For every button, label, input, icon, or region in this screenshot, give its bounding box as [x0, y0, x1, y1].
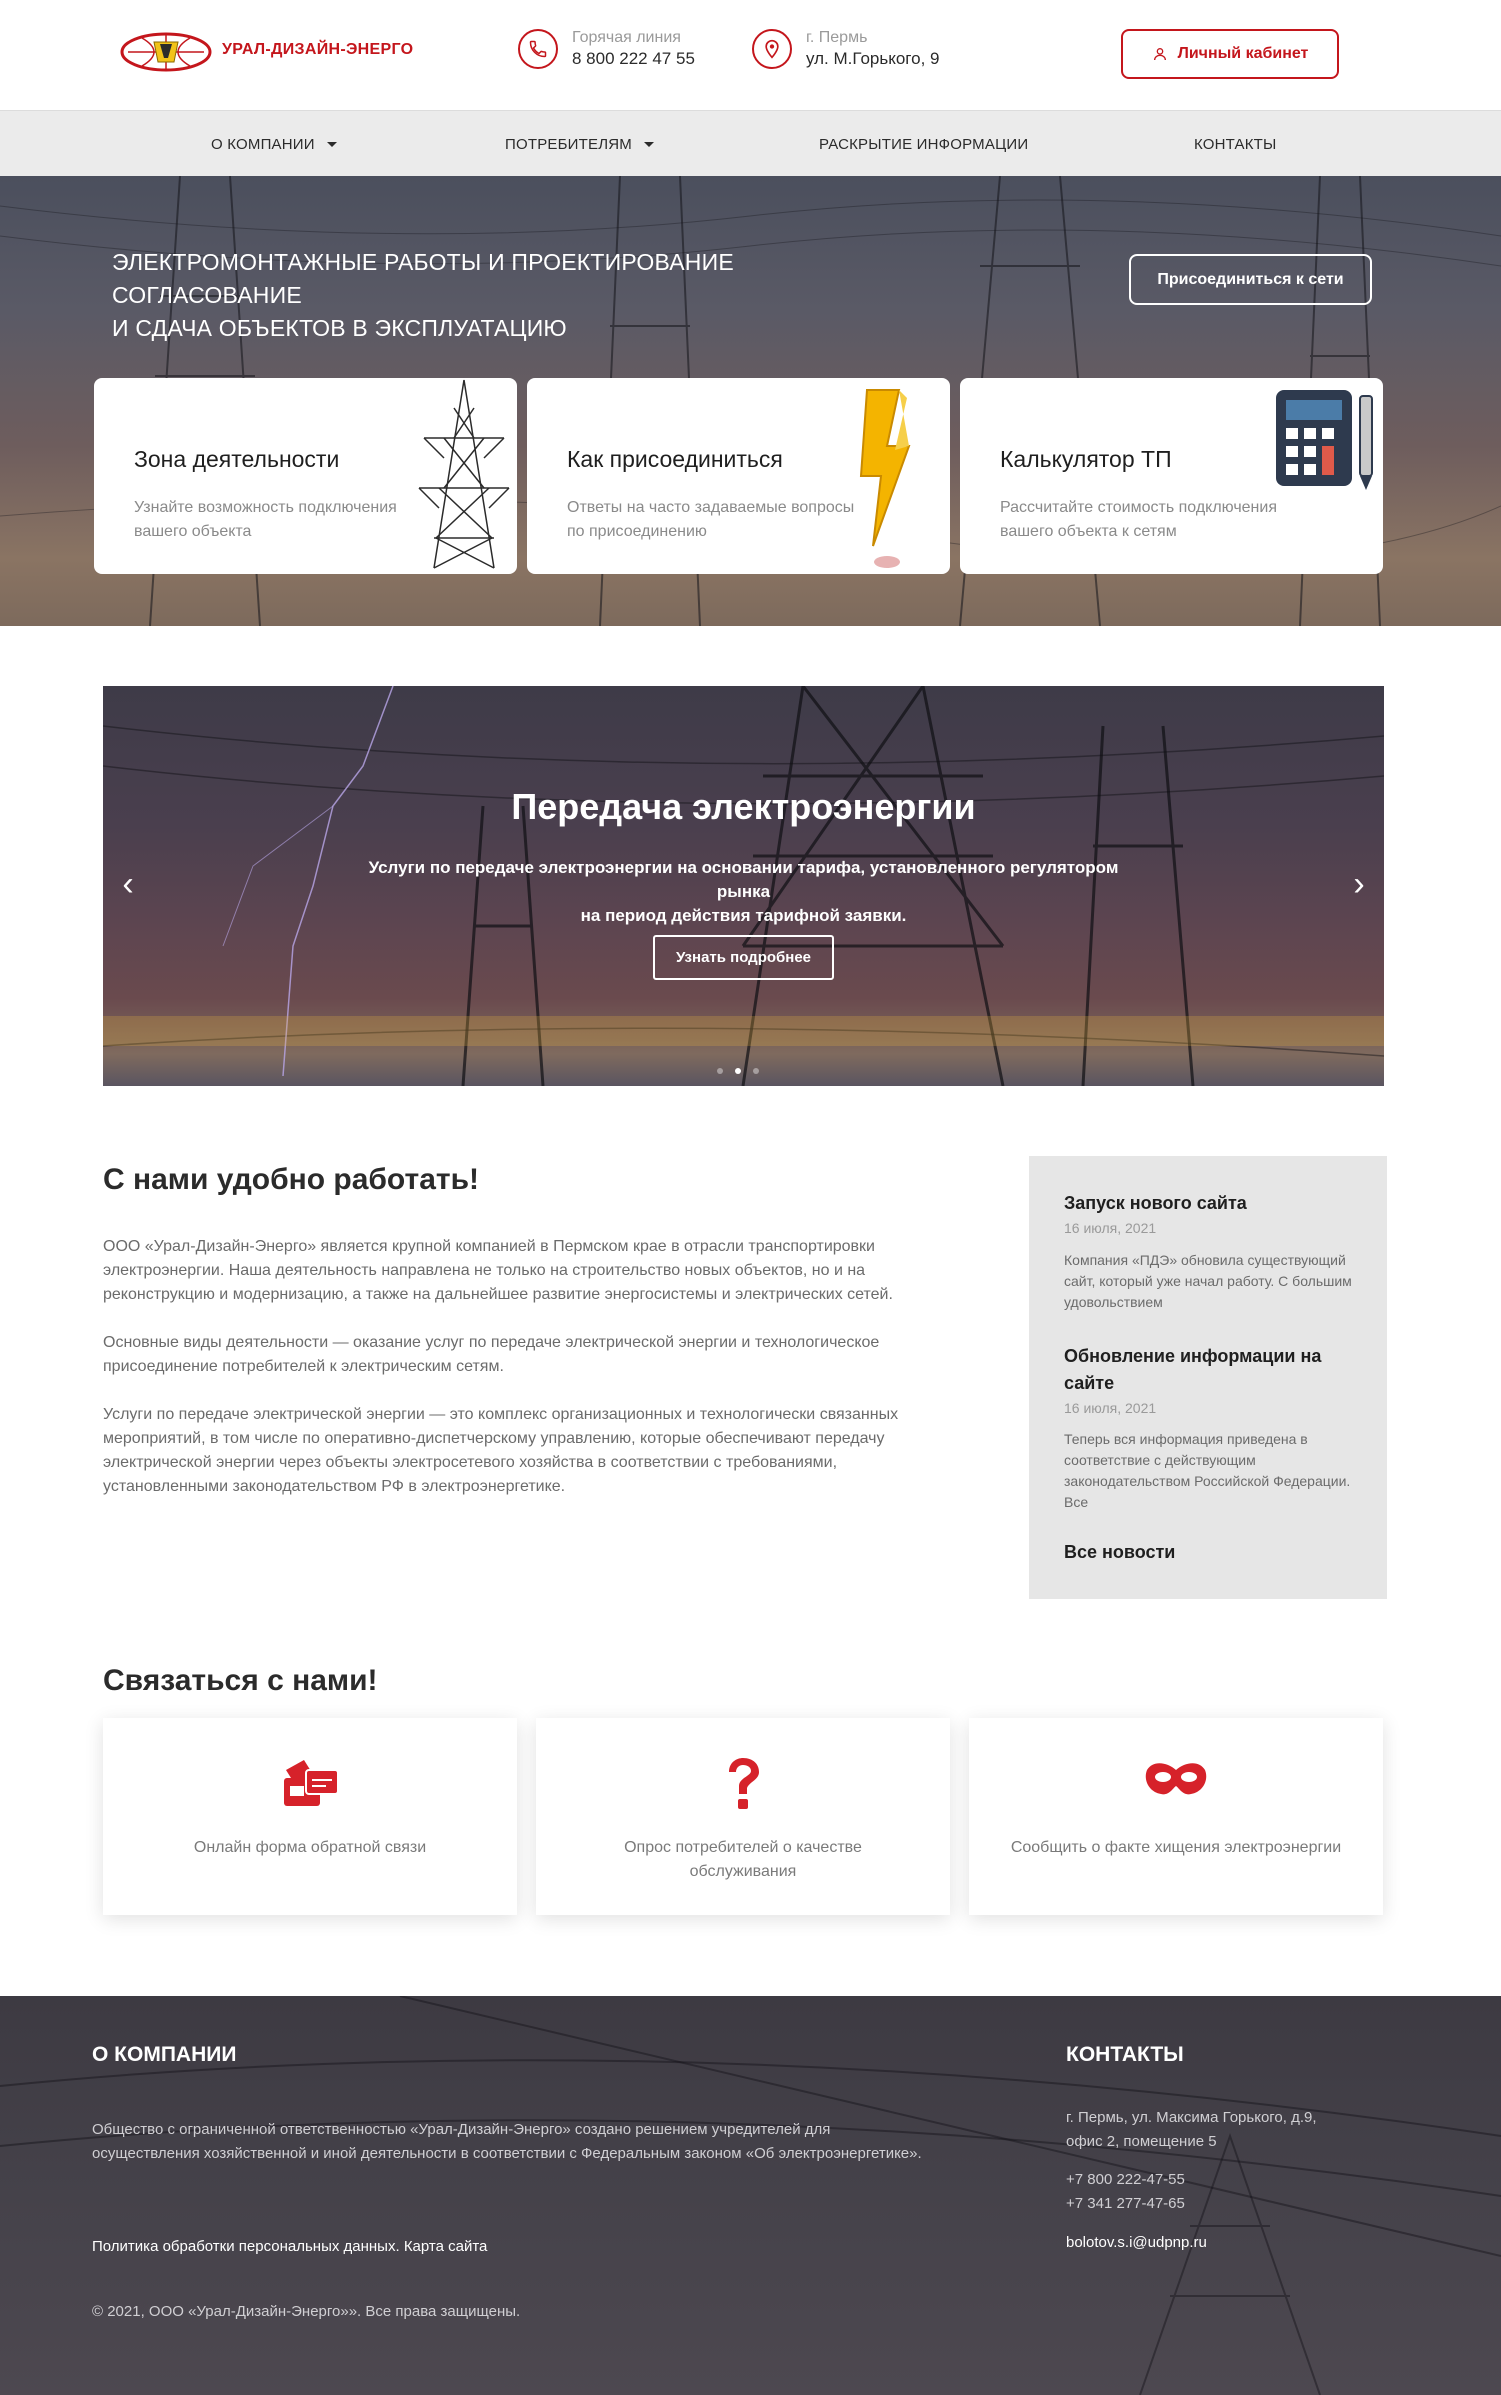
news-item-title[interactable]: Обновление информации на сайте [1064, 1343, 1364, 1397]
news-panel: Запуск нового сайта 16 июля, 2021 Компан… [1029, 1156, 1387, 1599]
feedback-form-icon [103, 1756, 517, 1810]
all-news-link[interactable]: Все новости [1064, 1542, 1175, 1563]
news-item-text: Компания «ПДЭ» обновила существующий сай… [1064, 1252, 1352, 1310]
contact-card-label: Онлайн форма обратной связи [193, 1839, 427, 1856]
contact-card-feedback[interactable]: Онлайн форма обратной связи [103, 1718, 517, 1915]
footer-phones: +7 800 222-47-55 +7 341 277-47-65 [1066, 2168, 1185, 2216]
learn-more-button[interactable]: Узнать подробнее [653, 935, 834, 980]
lightning-icon [859, 389, 911, 568]
nav-item-label: О КОМПАНИИ [211, 135, 315, 153]
slide-text: Услуги по передаче электроэнергии на осн… [343, 856, 1144, 928]
city-label: г. Пермь [806, 29, 868, 46]
footer-contacts-heading: КОНТАКТЫ [1066, 2043, 1184, 2066]
caret-down-icon [644, 141, 654, 147]
nav-item-contacts[interactable]: КОНТАКТЫ [1194, 111, 1277, 177]
address-block: г. Пермь ул. М.Горького, 9 [752, 28, 939, 70]
footer-address: г. Пермь, ул. Максима Горького, д.9, офи… [1066, 2106, 1386, 2154]
about-paragraph-1: ООО «Урал-Дизайн-Энерго» является крупно… [103, 1238, 893, 1303]
slider-dot-active[interactable] [735, 1068, 741, 1074]
card-title: Калькулятор ТП [1000, 446, 1172, 472]
contact-card-theft[interactable]: Сообщить о факте хищения электроэнергии [969, 1718, 1383, 1915]
logo[interactable]: УРАЛ-ДИЗАЙН-ЭНЕРГО [118, 28, 413, 72]
calculator-icon [1276, 390, 1373, 490]
power-tower-icon [418, 379, 510, 569]
about-paragraph-3: Услуги по передаче электрической энергии… [103, 1406, 899, 1495]
mask-icon [969, 1756, 1383, 1800]
footer-phone-2[interactable]: +7 341 277-47-65 [1066, 2192, 1185, 2216]
contact-card-survey[interactable]: Опрос потребителей о качестве обслуживан… [536, 1718, 950, 1915]
copyright: © 2021, ООО «Урал-Дизайн-Энерго»». Все п… [92, 2303, 521, 2320]
privacy-policy-link[interactable]: Политика обработки персональных данных. [92, 2238, 400, 2255]
nav-item-label: РАСКРЫТИЕ ИНФОРМАЦИИ [819, 135, 1029, 153]
nav-item-consumers[interactable]: ПОТРЕБИТЕЛЯМ [505, 111, 654, 177]
caret-down-icon [326, 141, 337, 147]
hero-title: ЭЛЕКТРОМОНТАЖНЫЕ РАБОТЫ И ПРОЕКТИРОВАНИЕ… [112, 246, 912, 345]
card-subtitle: Узнайте возможность подключения вашего о… [134, 499, 397, 540]
logo-emblem-icon [120, 32, 212, 72]
contact-card-label: Сообщить о факте хищения электроэнергии [1010, 1839, 1342, 1856]
card-service-zone[interactable]: Зона деятельности Узнайте возможность по… [94, 378, 517, 574]
hero-slider: Передача электроэнергии Услуги по переда… [103, 686, 1384, 1086]
footer-phone-1[interactable]: +7 800 222-47-55 [1066, 2168, 1185, 2192]
nav-item-company[interactable]: О КОМПАНИИ [211, 111, 337, 177]
card-title: Зона деятельности [134, 446, 340, 472]
slide-text-line2: на период действия тарифной заявки. [580, 906, 907, 925]
phone-icon [518, 29, 558, 69]
contact-card-label: Опрос потребителей о качестве обслуживан… [624, 1839, 862, 1880]
page: УРАЛ-ДИЗАЙН-ЭНЕРГО Горячая линия 8 800 2… [0, 0, 1501, 2395]
hero-section: ЭЛЕКТРОМОНТАЖНЫЕ РАБОТЫ И ПРОЕКТИРОВАНИЕ… [0, 176, 1501, 626]
nav-item-disclosure[interactable]: РАСКРЫТИЕ ИНФОРМАЦИИ [819, 111, 1028, 177]
footer-address-line2: офис 2, помещение 5 [1066, 2133, 1217, 2150]
location-pin-icon [752, 29, 792, 69]
sitemap-link[interactable]: Карта сайта [404, 2238, 488, 2255]
footer-about-text: Общество с ограниченной ответственностью… [92, 2121, 922, 2162]
hotline[interactable]: Горячая линия 8 800 222 47 55 [518, 28, 695, 70]
address-label: ул. М.Горького, 9 [806, 49, 940, 68]
card-calculator[interactable]: Калькулятор ТП Рассчитайте стоимость под… [960, 378, 1383, 574]
news-item-text: Теперь вся информация приведена в соотве… [1064, 1431, 1351, 1510]
card-subtitle: Ответы на часто задаваемые вопросы по пр… [567, 499, 855, 540]
footer-email[interactable]: bolotov.s.i@udpnp.ru [1066, 2234, 1207, 2251]
news-item-date: 16 июля, 2021 [1064, 1400, 1157, 1416]
main-nav: О КОМПАНИИ ПОТРЕБИТЕЛЯМ РАСКРЫТИЕ ИНФОРМ… [0, 110, 1501, 176]
footer-address-line1: г. Пермь, ул. Максима Горького, д.9, [1066, 2109, 1317, 2126]
nav-item-label: КОНТАКТЫ [1194, 135, 1277, 153]
join-network-button[interactable]: Присоединиться к сети [1129, 254, 1372, 305]
card-title: Как присоединиться [567, 446, 783, 472]
site-footer: О КОМПАНИИ Общество с ограниченной ответ… [0, 1996, 1501, 2395]
hotline-phone[interactable]: 8 800 222 47 55 [572, 48, 695, 70]
news-item-title[interactable]: Запуск нового сайта [1064, 1190, 1364, 1217]
personal-cabinet-button[interactable]: Личный кабинет [1121, 29, 1339, 79]
hero-title-line1: ЭЛЕКТРОМОНТАЖНЫЕ РАБОТЫ И ПРОЕКТИРОВАНИЕ… [112, 249, 734, 308]
slider-prev-icon[interactable]: ‹ [113, 867, 143, 901]
card-subtitle: Рассчитайте стоимость подключения вашего… [1000, 499, 1277, 540]
logo-text: УРАЛ-ДИЗАЙН-ЭНЕРГО [222, 41, 414, 58]
slide-title: Передача электроэнергии [511, 786, 976, 827]
card-how-to-connect[interactable]: Как присоединиться Ответы на часто задав… [527, 378, 950, 574]
user-icon [1153, 48, 1166, 61]
hero-title-line2: И СДАЧА ОБЪЕКТОВ В ЭКСПЛУАТАЦИЮ [112, 315, 567, 341]
slider-dots [717, 1068, 759, 1074]
nav-item-label: ПОТРЕБИТЕЛЯМ [505, 135, 632, 153]
slider-next-icon[interactable]: › [1344, 867, 1374, 901]
question-icon [536, 1756, 950, 1812]
slide-text-line1: Услуги по передаче электроэнергии на осн… [368, 858, 1119, 901]
footer-links: Политика обработки персональных данных. … [92, 2238, 487, 2255]
footer-about-heading: О КОМПАНИИ [92, 2043, 237, 2066]
about-heading: С нами удобно работать! [103, 1163, 480, 1196]
slider-dot[interactable] [717, 1068, 723, 1074]
personal-cabinet-label: Личный кабинет [1177, 45, 1309, 62]
slider-dot[interactable] [753, 1068, 759, 1074]
contact-heading: Связаться с нами! [103, 1664, 378, 1697]
about-paragraph-2: Основные виды деятельности — оказание ус… [103, 1334, 880, 1375]
hotline-label: Горячая линия [572, 29, 681, 46]
site-header: УРАЛ-ДИЗАЙН-ЭНЕРГО Горячая линия 8 800 2… [0, 0, 1501, 110]
news-item-date: 16 июля, 2021 [1064, 1220, 1157, 1236]
